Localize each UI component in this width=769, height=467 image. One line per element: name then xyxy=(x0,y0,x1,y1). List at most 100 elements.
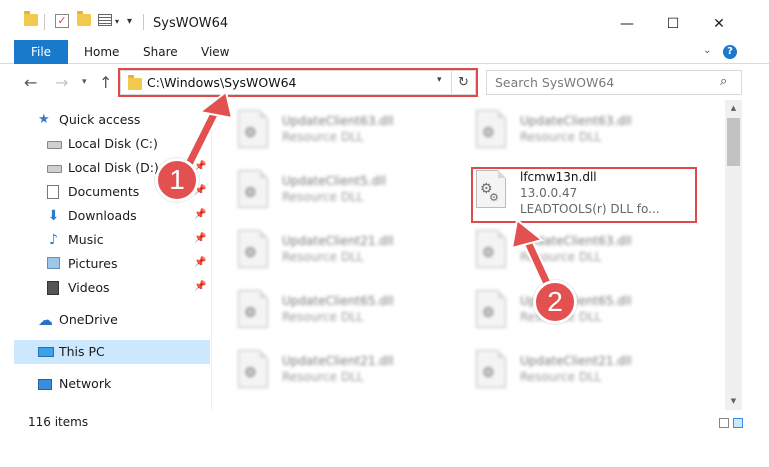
quick-access-separator xyxy=(44,14,45,30)
file-description: LEADTOOLS(r) DLL fo... xyxy=(520,202,660,216)
onedrive-icon: ☁ xyxy=(38,311,53,329)
ribbon: File Home Share View ⌄ ? xyxy=(0,40,769,64)
sidebar-item-downloads[interactable]: ⬇ Downloads 📌 xyxy=(14,204,210,228)
sidebar-item-onedrive[interactable]: ☁ OneDrive xyxy=(14,308,210,332)
file-item[interactable]: ⚙ UpdateClient65.dll Resource DLL xyxy=(220,286,450,334)
properties-icon[interactable] xyxy=(98,14,112,26)
file-type: Resource DLL xyxy=(520,250,602,264)
file-item[interactable]: ⚙ UpdateClient63.dll Resource DLL xyxy=(220,106,450,154)
file-type: Resource DLL xyxy=(282,250,364,264)
file-name: UpdateClient5.dll xyxy=(282,174,386,188)
maximize-button[interactable]: ☐ xyxy=(650,10,696,38)
pin-icon: 📌 xyxy=(194,281,207,292)
drive-icon xyxy=(47,165,62,173)
file-item[interactable]: ⚙ UpdateClient5.dll Resource DLL xyxy=(220,166,450,214)
tab-share[interactable]: Share xyxy=(143,40,178,64)
customize-dropdown-icon[interactable]: ▾ xyxy=(115,17,119,26)
dll-file-icon: ⚙ xyxy=(476,290,510,330)
tab-view[interactable]: View xyxy=(201,40,229,64)
address-folder-icon xyxy=(128,75,142,90)
sidebar-item-label: Local Disk (D:) xyxy=(68,160,159,175)
status-bar: 116 items xyxy=(0,410,769,434)
sidebar-item-pictures[interactable]: Pictures 📌 xyxy=(14,252,210,276)
scroll-down-icon[interactable]: ▼ xyxy=(725,393,742,410)
close-button[interactable]: ✕ xyxy=(696,10,742,38)
sidebar-item-label: Quick access xyxy=(59,112,141,127)
file-item[interactable]: ⚙ UpdateClient63.dll Resource DLL xyxy=(458,226,688,274)
title-separator xyxy=(143,14,144,30)
window-title: SysWOW64 xyxy=(153,16,229,31)
scroll-up-icon[interactable]: ▲ xyxy=(725,100,742,117)
file-item[interactable]: ⚙ UpdateClient21.dll Resource DLL xyxy=(458,346,688,394)
file-type: Resource DLL xyxy=(282,130,364,144)
file-name: UpdateClient65.dll xyxy=(282,294,394,308)
file-item[interactable]: ⚙ UpdateClient21.dll Resource DLL xyxy=(220,346,450,394)
minimize-button[interactable]: — xyxy=(604,10,650,38)
tab-home[interactable]: Home xyxy=(84,40,119,64)
large-icons-view-icon[interactable] xyxy=(733,418,743,428)
scrollbar-thumb[interactable] xyxy=(727,118,740,166)
address-dropdown-icon[interactable]: ▾ xyxy=(437,75,442,85)
search-icon[interactable]: ⌕ xyxy=(720,74,727,89)
sidebar-item-label: Pictures xyxy=(68,256,118,271)
pictures-icon xyxy=(47,257,60,269)
pin-icon: 📌 xyxy=(194,257,207,268)
sidebar-item-local-disk-c[interactable]: Local Disk (C:) 📌 xyxy=(14,132,210,156)
sidebar-item-label: Videos xyxy=(68,280,110,295)
sidebar-item-label: OneDrive xyxy=(59,312,118,327)
vertical-scrollbar[interactable]: ▲ ▼ xyxy=(725,100,742,410)
pin-icon: 📌 xyxy=(194,233,207,244)
star-icon: ★ xyxy=(38,112,50,127)
file-type: Resource DLL xyxy=(282,190,364,204)
back-icon[interactable]: ← xyxy=(24,73,37,92)
file-name: UpdateClient63.dll xyxy=(282,114,394,128)
forward-icon[interactable]: → xyxy=(55,73,68,92)
step-badge-2: 2 xyxy=(533,280,577,324)
properties-check-icon[interactable]: ✓ xyxy=(55,14,69,28)
new-folder-icon[interactable] xyxy=(77,11,91,26)
this-pc-icon xyxy=(38,347,54,357)
file-version: 13.0.0.47 xyxy=(520,186,578,200)
desktop-strip xyxy=(0,436,769,467)
sidebar-item-network[interactable]: Network xyxy=(14,372,210,396)
help-icon[interactable]: ? xyxy=(723,45,737,59)
drive-icon xyxy=(47,141,62,149)
address-bar[interactable]: C:\Windows\SysWOW64 ▾ ↻ xyxy=(120,70,476,95)
file-name: UpdateClient21.dll xyxy=(282,234,394,248)
documents-icon xyxy=(47,185,59,199)
dll-file-icon: ⚙ xyxy=(476,110,510,150)
item-count: 116 items xyxy=(28,415,89,429)
sidebar-item-this-pc[interactable]: This PC xyxy=(14,340,210,364)
file-name: UpdateClient21.dll xyxy=(520,354,632,368)
refresh-icon[interactable]: ↻ xyxy=(451,71,475,94)
file-name: UpdateClient63.dll xyxy=(520,234,632,248)
sidebar-item-label: Documents xyxy=(68,184,140,199)
file-item[interactable]: ⚙ UpdateClient21.dll Resource DLL xyxy=(220,226,450,274)
step-badge-1: 1 xyxy=(155,158,199,202)
sidebar-item-label: This PC xyxy=(59,344,105,359)
sidebar-item-label: Local Disk (C:) xyxy=(68,136,158,151)
dll-file-icon: ⚙ xyxy=(238,350,272,390)
file-item-lfcmw13n[interactable]: ⚙ ⚙ lfcmw13n.dll 13.0.0.47 LEADTOOLS(r) D… xyxy=(458,166,688,216)
recent-locations-icon[interactable]: ▾ xyxy=(82,77,87,87)
sidebar-item-music[interactable]: ♪ Music 📌 xyxy=(14,228,210,252)
up-icon[interactable]: ↑ xyxy=(99,73,112,92)
dll-file-icon: ⚙ xyxy=(476,350,510,390)
file-type: Resource DLL xyxy=(282,370,364,384)
address-path[interactable]: C:\Windows\SysWOW64 xyxy=(147,75,296,90)
sidebar-item-videos[interactable]: Videos 📌 xyxy=(14,276,210,300)
file-name: UpdateClient63.dll xyxy=(520,114,632,128)
dll-file-icon: ⚙ xyxy=(476,230,510,270)
file-item[interactable]: ⚙ UpdateClient63.dll Resource DLL xyxy=(458,106,688,154)
search-input[interactable]: Search SysWOW64 xyxy=(495,75,614,90)
sidebar-item-quick-access[interactable]: ★ Quick access xyxy=(14,108,210,132)
file-type: Resource DLL xyxy=(282,310,364,324)
pane-divider[interactable] xyxy=(211,100,212,410)
expand-ribbon-icon[interactable]: ⌄ xyxy=(703,45,711,56)
file-name: lfcmw13n.dll xyxy=(520,170,597,184)
search-box[interactable]: Search SysWOW64 ⌕ xyxy=(486,70,742,95)
sidebar-item-label: Downloads xyxy=(68,208,137,223)
details-view-icon[interactable] xyxy=(719,418,729,428)
tab-file[interactable]: File xyxy=(14,40,68,64)
quick-access-customize-icon[interactable]: ▾ xyxy=(127,16,132,27)
